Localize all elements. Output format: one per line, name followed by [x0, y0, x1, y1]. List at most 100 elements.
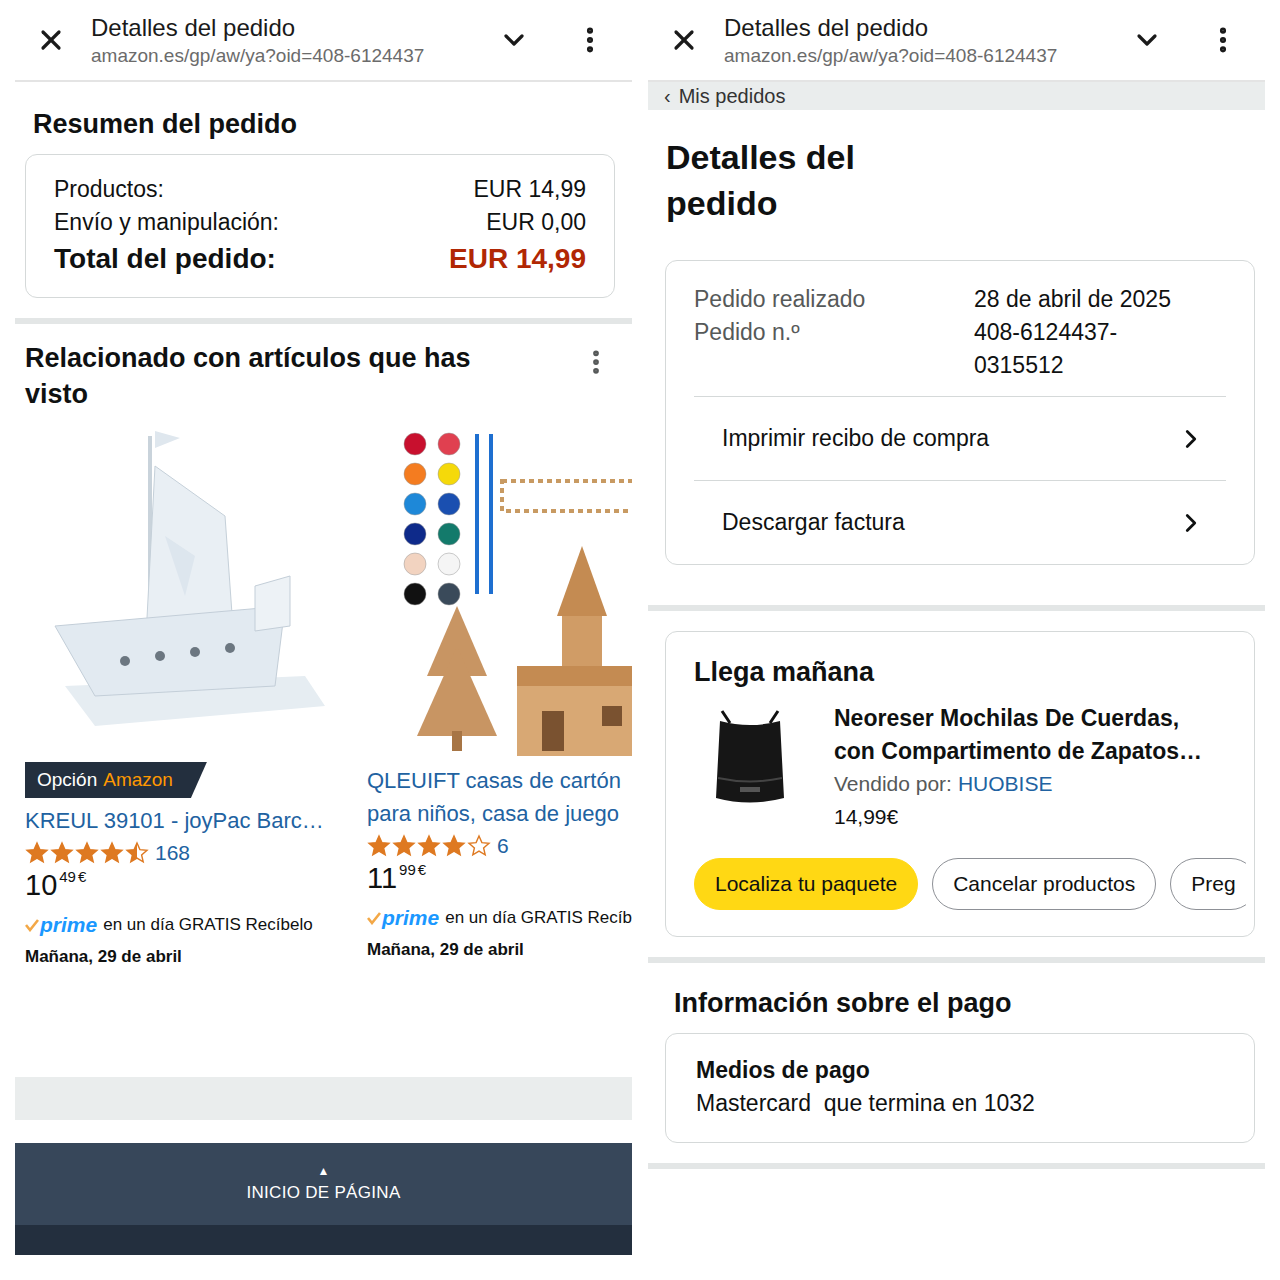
action-button[interactable]: Localiza tu paquete [694, 858, 918, 910]
order-card: Pedido realizado28 de abril de 2025Pedid… [665, 260, 1255, 565]
browser-url: amazon.es/gp/aw/ya?oid=408-6124437 [91, 44, 466, 68]
product-name-link[interactable]: QLEUIFT casas de cartón para niños, casa… [367, 764, 632, 830]
star-rating [367, 834, 491, 858]
browser-bar: Detalles del pedidoamazon.es/gp/aw/ya?oi… [15, 0, 632, 82]
prime-delivery: primeen un día GRATIS Recíbelo [25, 913, 325, 937]
ship-product-icon [25, 426, 325, 756]
payment-title: Información sobre el pago [648, 985, 1265, 1021]
star-icon [442, 834, 466, 858]
summary-row: Total del pedido:EUR 14,99 [54, 239, 586, 279]
menu-button[interactable] [1195, 18, 1251, 62]
star-icon [125, 841, 149, 865]
browser-title-block: Detalles del pedidoamazon.es/gp/aw/ya?oi… [724, 12, 1099, 68]
close-icon [35, 24, 67, 56]
summary-card: Productos:EUR 14,99Envío y manipulación:… [25, 154, 615, 298]
product-price: 1199€ [367, 860, 632, 896]
order-link[interactable]: Descargar factura [694, 480, 1226, 564]
delivery-date: Mañana, 29 de abril [25, 947, 325, 967]
seller-link[interactable]: HUOBISE [958, 768, 1053, 800]
expand-button[interactable] [484, 18, 544, 62]
browser-url: amazon.es/gp/aw/ya?oid=408-6124437 [724, 44, 1099, 68]
product-name-link[interactable]: KREUL 39101 - joyPac Barc… [25, 804, 325, 837]
section-divider [15, 318, 632, 324]
order-info: Pedido realizado28 de abril de 2025Pedid… [666, 283, 1254, 396]
shipment-title: Llega mañana [694, 654, 1226, 690]
back-icon: ‹ [664, 85, 671, 108]
amazon-choice-badge: OpciónAmazon [25, 762, 207, 798]
item-price: 14,99€ [834, 800, 1226, 834]
order-label: Pedido n.º [694, 316, 974, 382]
browser-title-block: Detalles del pedidoamazon.es/gp/aw/ya?oi… [91, 12, 466, 68]
section-divider [648, 957, 1265, 963]
prime-logo: prime [367, 906, 439, 930]
back-link[interactable]: ‹Mis pedidos [648, 82, 1265, 110]
prime-logo: prime [25, 913, 97, 937]
order-link[interactable]: Imprimir recibo de compra [694, 396, 1226, 480]
order-value: 408-6124437-0315512 [974, 316, 1202, 382]
star-icon [50, 841, 74, 865]
kebab-menu-icon [574, 24, 606, 56]
payment-card: Medios de pagoMastercard que termina en … [665, 1033, 1255, 1143]
star-icon [467, 834, 491, 858]
chevron-right-icon [1176, 508, 1206, 538]
star-icon [417, 834, 441, 858]
action-button[interactable]: Cancelar productos [932, 858, 1156, 910]
footer-strip [15, 1077, 632, 1120]
browser-title: Detalles del pedido [91, 14, 466, 42]
product-carousel[interactable]: OpciónAmazon KREUL 39101 - joyPac Barc… 16… [25, 426, 632, 967]
shipment-card: Llega mañana Neoreser Mochilas De Cuerdas… [665, 631, 1255, 937]
product-card[interactable]: QLEUIFT casas de cartón para niños, casa… [367, 426, 632, 967]
up-arrow-icon: ▲ [318, 1165, 330, 1177]
product-image[interactable] [25, 426, 325, 756]
star-icon [100, 841, 124, 865]
review-count[interactable]: 168 [155, 841, 190, 865]
left-screenshot: Detalles del pedidoamazon.es/gp/aw/ya?oi… [15, 0, 632, 1255]
close-button[interactable] [29, 18, 73, 62]
order-value: 28 de abril de 2025 [974, 283, 1202, 316]
order-label: Pedido realizado [694, 283, 974, 316]
prime-check-icon [367, 911, 381, 925]
rating-row: 168 [25, 841, 325, 865]
expand-button[interactable] [1117, 18, 1177, 62]
prime-delivery: primeen un día GRATIS Recíb [367, 906, 632, 930]
delivery-date: Mañana, 29 de abril [367, 940, 632, 960]
back-to-top-button[interactable]: ▲INICIO DE PÁGINA [15, 1143, 632, 1225]
right-screenshot: Detalles del pedido amazon.es/gp/aw/ya?oi… [648, 0, 1265, 1255]
backpack-product-icon [700, 703, 800, 813]
product-card[interactable]: OpciónAmazon KREUL 39101 - joyPac Barc… 16… [25, 426, 325, 967]
summary-title: Resumen del pedido [25, 106, 615, 154]
related-menu-button[interactable] [574, 340, 618, 384]
section-divider [648, 605, 1265, 611]
screenshot-collage: Detalles del pedidoamazon.es/gp/aw/ya?oi… [0, 0, 1280, 1280]
star-icon [75, 841, 99, 865]
cardboard-house-product-icon [367, 426, 632, 756]
chevron-right-icon [1176, 424, 1206, 454]
chevron-down-icon [1131, 24, 1163, 56]
footer-bottom [15, 1225, 632, 1255]
star-icon [25, 841, 49, 865]
action-button[interactable]: Preg [1170, 858, 1246, 910]
review-count[interactable]: 6 [497, 834, 509, 858]
chevron-down-icon [498, 24, 530, 56]
item-name[interactable]: Neoreser Mochilas De Cuerdas, con Compar… [834, 702, 1226, 768]
item-seller: Vendido por:HUOBISE [834, 768, 1226, 800]
menu-button[interactable] [562, 18, 618, 62]
rating-row: 6 [367, 834, 632, 858]
product-image[interactable] [367, 426, 632, 756]
payment-method: Mastercard que termina en 1032 [696, 1087, 1226, 1120]
page-title: Detalles del pedido [648, 110, 888, 226]
related-title: Relacionado con artículos que has visto [25, 340, 505, 412]
star-icon [392, 834, 416, 858]
shipment-item[interactable]: Neoreser Mochilas De Cuerdas, con Compar… [694, 702, 1226, 834]
close-icon [668, 24, 700, 56]
kebab-menu-icon [1207, 24, 1239, 56]
item-image[interactable] [694, 702, 806, 814]
kebab-menu-icon [581, 347, 611, 377]
summary-row: Productos:EUR 14,99 [54, 173, 586, 206]
star-rating [25, 841, 149, 865]
star-icon [367, 834, 391, 858]
browser-bar: Detalles del pedidoamazon.es/gp/aw/ya?oi… [648, 0, 1265, 82]
close-button[interactable] [662, 18, 706, 62]
summary-row: Envío y manipulación:EUR 0,00 [54, 206, 586, 239]
section-divider [648, 1163, 1265, 1169]
